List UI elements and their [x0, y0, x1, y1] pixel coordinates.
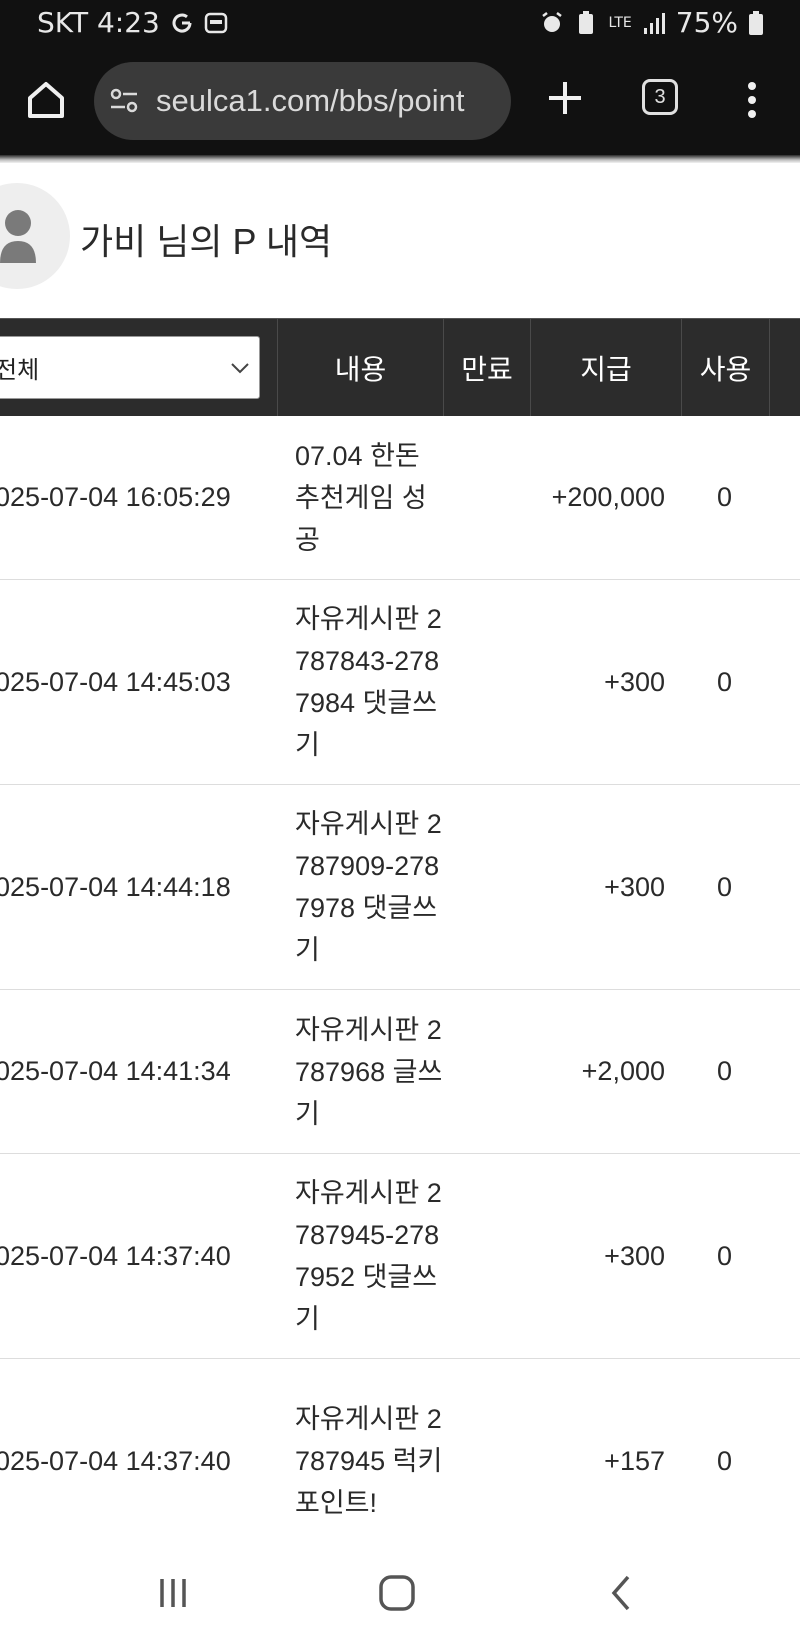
- system-navigation-bar: [0, 1543, 800, 1645]
- row-content: 07.04 한돈 추천게임 성공: [295, 440, 427, 555]
- table-row: 2025-07-04 14:41:34 자유게시판 2787968 글쓰기 +2…: [0, 990, 800, 1154]
- new-tab-icon[interactable]: [543, 76, 587, 120]
- row-give: +2,000: [581, 1056, 665, 1086]
- header-give[interactable]: 지급: [531, 319, 682, 417]
- table-header: 전체 내용 만료 지급 사용: [0, 318, 800, 417]
- table-row: 2025-07-04 14:37:40 자유게시판 2787945-278795…: [0, 1154, 800, 1359]
- alarm-icon: [542, 11, 563, 32]
- tab-switcher-button[interactable]: 3: [642, 79, 678, 115]
- row-date: 2025-07-04 16:05:29: [0, 482, 231, 512]
- toolbar-shadow: [0, 155, 800, 163]
- row-content: 자유게시판 2787909-2787978 댓글쓰기: [295, 809, 442, 965]
- signal-icon: [643, 12, 665, 34]
- row-give: +300: [604, 1240, 665, 1271]
- row-use: 0: [716, 871, 733, 902]
- row-use: 0: [716, 482, 733, 512]
- app-notification-icon: [204, 12, 228, 33]
- row-give: +300: [604, 666, 665, 697]
- header-content[interactable]: 내용: [278, 319, 444, 417]
- filter-select-value: 전체: [0, 357, 40, 384]
- row-give: +157: [604, 1445, 665, 1476]
- back-icon[interactable]: [596, 1571, 646, 1615]
- lte-indicator: LTE: [608, 14, 632, 31]
- more-options-icon[interactable]: [740, 78, 764, 122]
- site-settings-icon[interactable]: [108, 85, 140, 117]
- address-bar[interactable]: seulca1.com/bbs/point: [94, 62, 511, 140]
- row-expire: [445, 416, 530, 579]
- points-table-body: 2025-07-04 16:05:29 07.04 한돈 추천게임 성공 +20…: [0, 416, 800, 1564]
- home-nav-icon[interactable]: [372, 1571, 422, 1615]
- table-row: 2025-07-04 14:45:03 자유게시판 2787843-278798…: [0, 580, 800, 785]
- row-use: 0: [716, 1445, 733, 1476]
- row-content: 자유게시판 2787968 글쓰기: [295, 1014, 443, 1129]
- status-bar: SKT 4:23 LTE 75%: [0, 0, 800, 48]
- url-text: seulca1.com/bbs/point: [156, 83, 465, 118]
- row-date: 2025-07-04 14:41:34: [0, 1056, 231, 1086]
- table-row: 2025-07-04 16:05:29 07.04 한돈 추천게임 성공 +20…: [0, 416, 800, 580]
- browser-toolbar: seulca1.com/bbs/point 3: [0, 48, 800, 158]
- filter-header-cell: 전체: [0, 319, 278, 417]
- header-use[interactable]: 사용: [682, 319, 770, 417]
- avatar: [0, 183, 70, 289]
- table-row: 2025-07-04 14:37:40 자유게시판 2787945 럭키포인트!…: [0, 1359, 800, 1564]
- row-expire: [445, 990, 530, 1153]
- home-icon[interactable]: [24, 78, 68, 122]
- row-use: 0: [716, 1056, 733, 1086]
- battery-icon: [749, 10, 763, 35]
- filter-select[interactable]: 전체: [0, 336, 260, 399]
- row-content: 자유게시판 2787945 럭키포인트!: [295, 1404, 443, 1518]
- profile-header: 가비 님의 P 내역: [0, 163, 800, 318]
- row-date: 2025-07-04 14:44:18: [0, 871, 231, 902]
- row-use: 0: [716, 666, 733, 697]
- row-expire: [445, 580, 530, 784]
- page-title: 가비 님의 P 내역: [80, 221, 333, 262]
- google-g-icon: [172, 13, 192, 32]
- table-row: 2025-07-04 14:44:18 자유게시판 2787909-278797…: [0, 785, 800, 990]
- row-expire: [445, 1154, 530, 1358]
- recent-apps-icon[interactable]: [148, 1571, 198, 1615]
- row-date: 2025-07-04 14:45:03: [0, 666, 231, 697]
- carrier-time: SKT 4:23: [37, 6, 160, 39]
- header-expire[interactable]: 만료: [444, 319, 531, 417]
- row-content: 자유게시판 2787945-2787952 댓글쓰기: [295, 1178, 442, 1334]
- row-date: 2025-07-04 14:37:40: [0, 1240, 231, 1271]
- row-expire: [445, 785, 530, 989]
- row-give: +200,000: [551, 482, 665, 512]
- user-icon: [0, 210, 36, 263]
- row-use: 0: [716, 1240, 733, 1271]
- row-give: +300: [604, 871, 665, 902]
- chevron-down-icon: [231, 363, 249, 374]
- battery-percent: 75%: [675, 6, 738, 39]
- row-date: 2025-07-04 14:37:40: [0, 1445, 231, 1476]
- row-expire: [445, 1359, 530, 1563]
- row-content: 자유게시판 2787843-2787984 댓글쓰기: [295, 604, 442, 760]
- battery-saver-icon: [579, 10, 594, 34]
